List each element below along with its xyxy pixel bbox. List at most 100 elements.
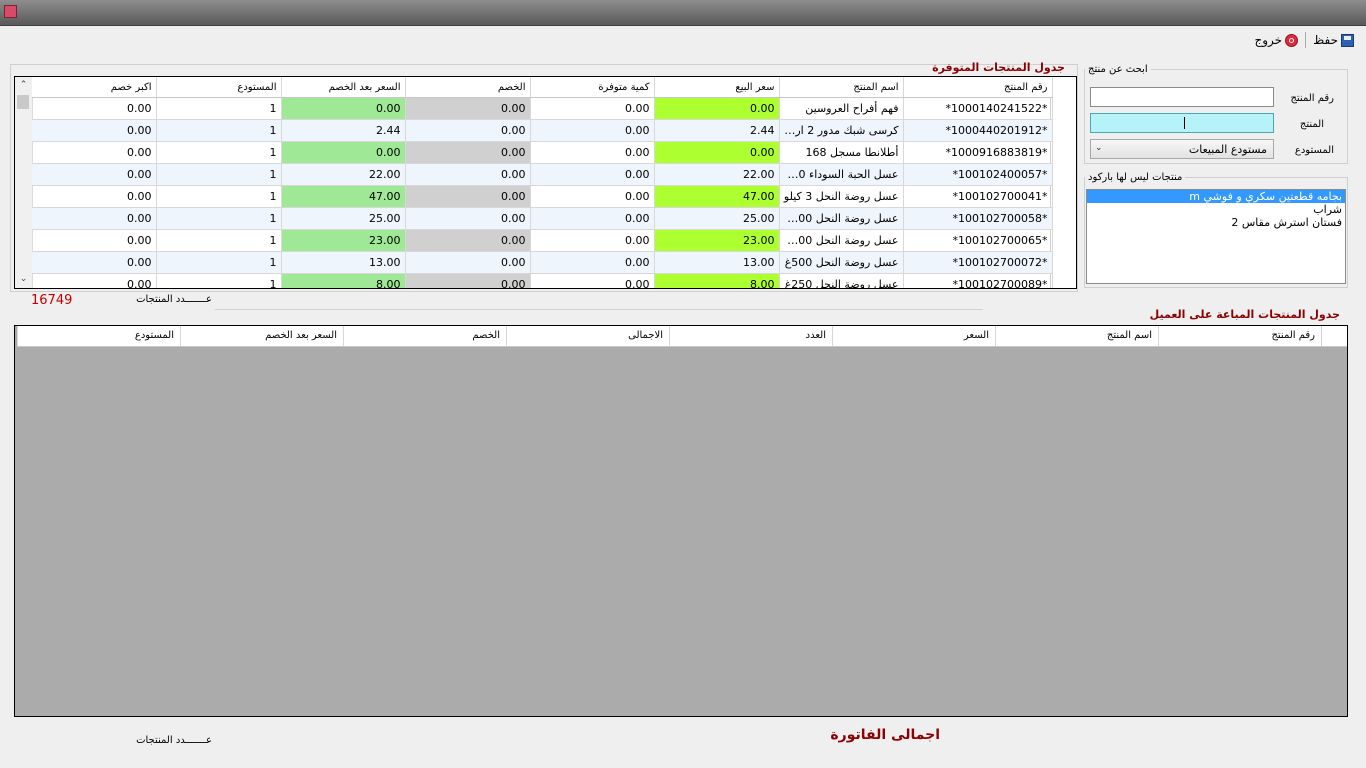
table-cell[interactable]: 0.00: [32, 251, 157, 274]
table-cell[interactable]: 8.00: [654, 273, 780, 288]
table-row[interactable]: 0.00 1 47.00 0.00 0.00 47.00 عسل روضة النحل 3 …: [32, 185, 1053, 208]
table-cell[interactable]: *100102700072*: [903, 251, 1053, 274]
table-cell[interactable]: 0.00: [32, 273, 157, 288]
table-cell[interactable]: 1: [156, 229, 282, 252]
table-cell[interactable]: 8.00: [281, 273, 406, 288]
table-cell[interactable]: *100102700041*: [903, 185, 1053, 208]
table-row[interactable]: 0.00 1 25.00 0.00 0.00 25.00 عسل روضة النحل 15…: [32, 207, 1053, 230]
table-cell[interactable]: 0.00: [530, 119, 655, 142]
column-header[interactable]: سعر البيع: [654, 77, 780, 98]
table-cell[interactable]: 0.00: [405, 251, 531, 274]
table-row[interactable]: 0.00 1 23.00 0.00 0.00 23.00 عسل روضة النحل 10…: [32, 229, 1053, 252]
column-header[interactable]: السعر بعد الخصم: [180, 326, 343, 346]
table-cell[interactable]: 1: [156, 141, 282, 164]
table-cell[interactable]: 13.00: [281, 251, 406, 274]
table-cell[interactable]: عسل روضة النحل 250غ: [779, 273, 904, 288]
nobarcode-list[interactable]: بجامه قطعتين سكري و فوشي m شراب فستان اس…: [1086, 189, 1346, 284]
table-cell[interactable]: 1: [156, 97, 282, 120]
table-cell[interactable]: 23.00: [654, 229, 780, 252]
exit-button[interactable]: خروج: [1255, 33, 1299, 47]
column-header[interactable]: المستودع: [17, 326, 180, 346]
products-grid[interactable]: ⌃ ⌄ اكبر خصم المستودع السعر بعد الخصم الخصم…: [14, 76, 1077, 289]
table-cell[interactable]: عسل روضة النحل 1500غ: [779, 207, 904, 230]
table-cell[interactable]: 0.00: [405, 119, 531, 142]
column-header[interactable]: الاجمالى: [506, 326, 669, 346]
table-row[interactable]: 0.00 1 0.00 0.00 0.00 0.00 أطلانطا مسجل 168 *10…: [32, 141, 1053, 164]
table-cell[interactable]: 0.00: [405, 229, 531, 252]
table-row[interactable]: 0.00 1 8.00 0.00 0.00 8.00 عسل روضة النحل 250غ…: [32, 273, 1053, 288]
table-cell[interactable]: 0.00: [654, 141, 780, 164]
table-cell[interactable]: 25.00: [281, 207, 406, 230]
column-header[interactable]: السعر بعد الخصم: [281, 77, 406, 98]
table-cell[interactable]: *1000440201912*: [903, 119, 1053, 142]
table-cell[interactable]: 0.00: [281, 141, 406, 164]
table-cell[interactable]: 0.00: [32, 119, 157, 142]
table-cell[interactable]: 0.00: [32, 185, 157, 208]
table-cell[interactable]: 22.00: [281, 163, 406, 186]
table-cell[interactable]: *1000916883819*: [903, 141, 1053, 164]
table-cell[interactable]: *1000140241522*: [903, 97, 1053, 120]
table-cell[interactable]: 2.44: [654, 119, 780, 142]
table-cell[interactable]: 0.00: [405, 273, 531, 288]
table-cell[interactable]: 0.00: [405, 141, 531, 164]
table-cell[interactable]: *100102700089*: [903, 273, 1053, 288]
table-cell[interactable]: 0.00: [32, 163, 157, 186]
table-cell[interactable]: عسل روضة النحل 3 كيلو: [779, 185, 904, 208]
column-header[interactable]: رقم المنتج: [903, 77, 1053, 98]
column-header[interactable]: المستودع: [156, 77, 282, 98]
table-cell[interactable]: أطلانطا مسجل 168: [779, 141, 904, 164]
table-cell[interactable]: 0.00: [32, 229, 157, 252]
table-row[interactable]: 0.00 1 0.00 0.00 0.00 0.00 فهم أفراح العروسين *…: [32, 97, 1053, 120]
list-item[interactable]: شراب: [1087, 203, 1345, 216]
table-cell[interactable]: 1: [156, 273, 282, 288]
list-item[interactable]: فستان استرش مقاس 2: [1087, 216, 1345, 229]
product-code-input[interactable]: [1090, 87, 1274, 107]
table-row[interactable]: 0.00 1 22.00 0.00 0.00 22.00 عسل الحبة السوداء…: [32, 163, 1053, 186]
column-header[interactable]: الخصم: [343, 326, 506, 346]
table-cell[interactable]: 0.00: [530, 163, 655, 186]
table-cell[interactable]: 0.00: [530, 273, 655, 288]
table-cell[interactable]: 0.00: [654, 97, 780, 120]
column-header[interactable]: اكبر خصم: [32, 77, 157, 98]
warehouse-select[interactable]: مستودع المبيعات ⌄: [1090, 139, 1274, 159]
table-cell[interactable]: 25.00: [654, 207, 780, 230]
table-cell[interactable]: 0.00: [405, 207, 531, 230]
table-cell[interactable]: *100102700065*: [903, 229, 1053, 252]
product-name-input[interactable]: [1090, 113, 1274, 133]
table-cell[interactable]: فهم أفراح العروسين: [779, 97, 904, 120]
column-header[interactable]: رقم المنتج: [1158, 326, 1321, 346]
table-cell[interactable]: 0.00: [530, 207, 655, 230]
table-cell[interactable]: عسل روضة النحل 1000غ: [779, 229, 904, 252]
table-cell[interactable]: 0.00: [530, 97, 655, 120]
table-cell[interactable]: 0.00: [530, 141, 655, 164]
table-cell[interactable]: عسل الحبة السوداء 250م: [779, 163, 904, 186]
table-cell[interactable]: 0.00: [32, 97, 157, 120]
table-cell[interactable]: 0.00: [32, 141, 157, 164]
table-cell[interactable]: 1: [156, 119, 282, 142]
table-cell[interactable]: *100102700058*: [903, 207, 1053, 230]
column-header[interactable]: السعر: [832, 326, 995, 346]
table-cell[interactable]: عسل روضة النحل 500غ: [779, 251, 904, 274]
column-header[interactable]: العدد: [669, 326, 832, 346]
table-cell[interactable]: 47.00: [281, 185, 406, 208]
sold-grid[interactable]: رقم المنتج اسم المنتج السعر العدد الاجمالى ال…: [14, 325, 1348, 717]
table-row[interactable]: 0.00 1 2.44 0.00 0.00 2.44 كرسى شبك مدور 2 ارج…: [32, 119, 1053, 142]
list-item[interactable]: بجامه قطعتين سكري و فوشي m: [1087, 190, 1345, 203]
table-cell[interactable]: 0.00: [530, 251, 655, 274]
column-header[interactable]: اسم المنتج: [779, 77, 904, 98]
table-cell[interactable]: 23.00: [281, 229, 406, 252]
table-cell[interactable]: 2.44: [281, 119, 406, 142]
table-cell[interactable]: 13.00: [654, 251, 780, 274]
table-cell[interactable]: 0.00: [32, 207, 157, 230]
table-cell[interactable]: 0.00: [405, 97, 531, 120]
table-cell[interactable]: 22.00: [654, 163, 780, 186]
table-cell[interactable]: 1: [156, 185, 282, 208]
table-cell[interactable]: 0.00: [405, 163, 531, 186]
column-header[interactable]: الخصم: [405, 77, 531, 98]
chevron-up-icon[interactable]: ⌃: [15, 77, 32, 94]
table-cell[interactable]: 0.00: [281, 97, 406, 120]
table-cell[interactable]: 0.00: [405, 185, 531, 208]
scrollbar-thumb[interactable]: [17, 95, 29, 109]
column-header[interactable]: اسم المنتج: [995, 326, 1158, 346]
save-button[interactable]: حفظ: [1313, 33, 1354, 47]
